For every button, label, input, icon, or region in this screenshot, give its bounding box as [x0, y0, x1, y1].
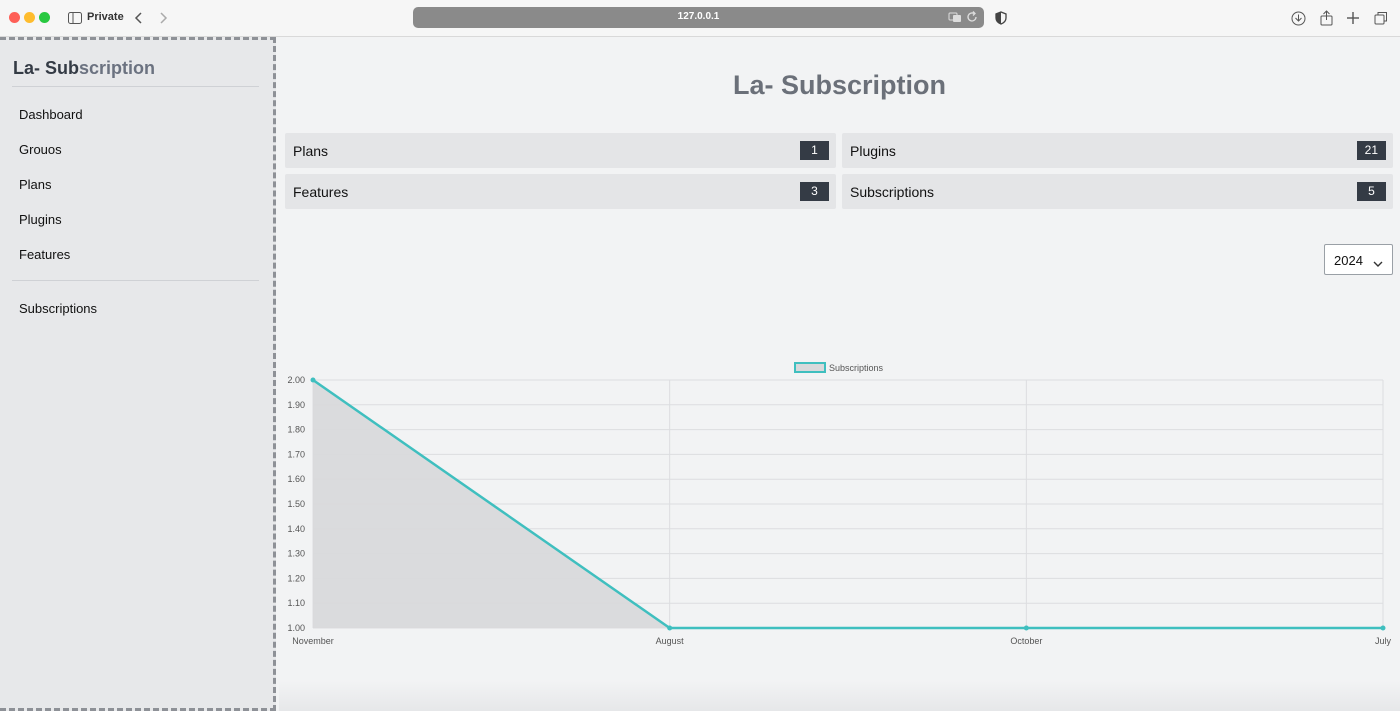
sidebar-divider: [12, 280, 259, 281]
y-tick-label: 2.00: [287, 375, 305, 385]
page-title: La- Subscription: [732, 70, 946, 100]
sidebar-item-dashboard[interactable]: Dashboard: [19, 107, 83, 122]
sidebar-item-plugins[interactable]: Plugins: [19, 212, 62, 227]
close-window-button[interactable]: [9, 12, 20, 23]
stat-card-plans[interactable]: Plans 1: [285, 133, 836, 168]
bottom-shade: [279, 681, 1400, 711]
private-label: Private: [87, 11, 124, 23]
new-tab-icon[interactable]: [1345, 8, 1361, 28]
count-badge: 1: [800, 141, 829, 160]
stat-card-subscriptions[interactable]: Subscriptions 5: [842, 174, 1393, 209]
tab-overview-icon[interactable]: [1373, 8, 1389, 28]
stat-card-label: Subscriptions: [850, 184, 935, 200]
y-tick-label: 1.30: [287, 549, 305, 559]
stat-card-label: Plugins: [850, 143, 896, 159]
browser-toolbar: Private 127.0.0.1: [0, 0, 1400, 37]
sidebar-divider: [12, 86, 259, 87]
main-content: La- Subscription Plans 1 Plugins 21 Feat…: [279, 37, 1400, 711]
stat-card-label: Plans: [293, 143, 329, 159]
year-select[interactable]: 2024: [1324, 244, 1393, 275]
data-point: [667, 625, 673, 631]
sidebar-item-groups[interactable]: Grouos: [19, 142, 62, 157]
share-icon[interactable]: [1318, 8, 1334, 28]
y-tick-label: 1.10: [287, 598, 305, 608]
y-tick-label: 1.20: [287, 573, 305, 583]
y-tick-label: 1.00: [287, 623, 305, 633]
year-select-value: 2024: [1334, 253, 1363, 268]
brand-strong: La- Sub: [13, 58, 79, 78]
back-icon[interactable]: [132, 8, 144, 28]
sidebar-item-features[interactable]: Features: [19, 247, 70, 262]
y-tick-label: 1.80: [287, 425, 305, 435]
x-tick-label: August: [656, 636, 685, 646]
count-badge: 3: [800, 182, 829, 201]
translate-icon[interactable]: [948, 10, 962, 29]
data-point: [1023, 625, 1029, 631]
chevron-down-icon: [1373, 255, 1383, 273]
y-tick-label: 1.70: [287, 449, 305, 459]
address-bar[interactable]: 127.0.0.1: [413, 7, 984, 28]
subscriptions-chart: 2.00 1.90 1.80 1.70 1.60 1.50 1.40 1.30 1.20 1.10…: [287, 362, 1392, 646]
sidebar: La- Subscription Dashboard Grouos Plans …: [0, 37, 276, 711]
count-badge: 5: [1357, 182, 1386, 201]
y-tick-label: 1.60: [287, 474, 305, 484]
y-tick-label: 1.40: [287, 524, 305, 534]
legend-swatch: [794, 362, 826, 373]
stat-card-features[interactable]: Features 3: [285, 174, 836, 209]
sidebar-toggle-icon[interactable]: [67, 8, 83, 28]
x-tick-label: October: [1010, 636, 1042, 646]
x-tick-label: July: [1375, 636, 1392, 646]
forward-icon[interactable]: [158, 8, 170, 28]
data-point: [310, 377, 316, 383]
zoom-window-button[interactable]: [39, 12, 50, 23]
brand-muted: scription: [79, 58, 156, 78]
sidebar-item-subscriptions[interactable]: Subscriptions: [19, 301, 97, 316]
legend-label: Subscriptions: [829, 363, 884, 373]
sidebar-brand[interactable]: La- Subscription: [13, 58, 155, 79]
shield-icon[interactable]: [994, 8, 1008, 28]
minimize-window-button[interactable]: [24, 12, 35, 23]
stat-card-plugins[interactable]: Plugins 21: [842, 133, 1393, 168]
reload-icon[interactable]: [966, 10, 978, 29]
y-tick-label: 1.90: [287, 400, 305, 410]
url-text: 127.0.0.1: [677, 11, 720, 22]
count-badge: 21: [1356, 141, 1386, 160]
y-tick-label: 1.50: [287, 499, 305, 509]
data-point: [1380, 625, 1386, 631]
download-icon[interactable]: [1290, 8, 1306, 28]
sidebar-item-plans[interactable]: Plans: [19, 177, 52, 192]
stat-card-label: Features: [293, 184, 349, 200]
x-tick-label: November: [292, 636, 334, 646]
